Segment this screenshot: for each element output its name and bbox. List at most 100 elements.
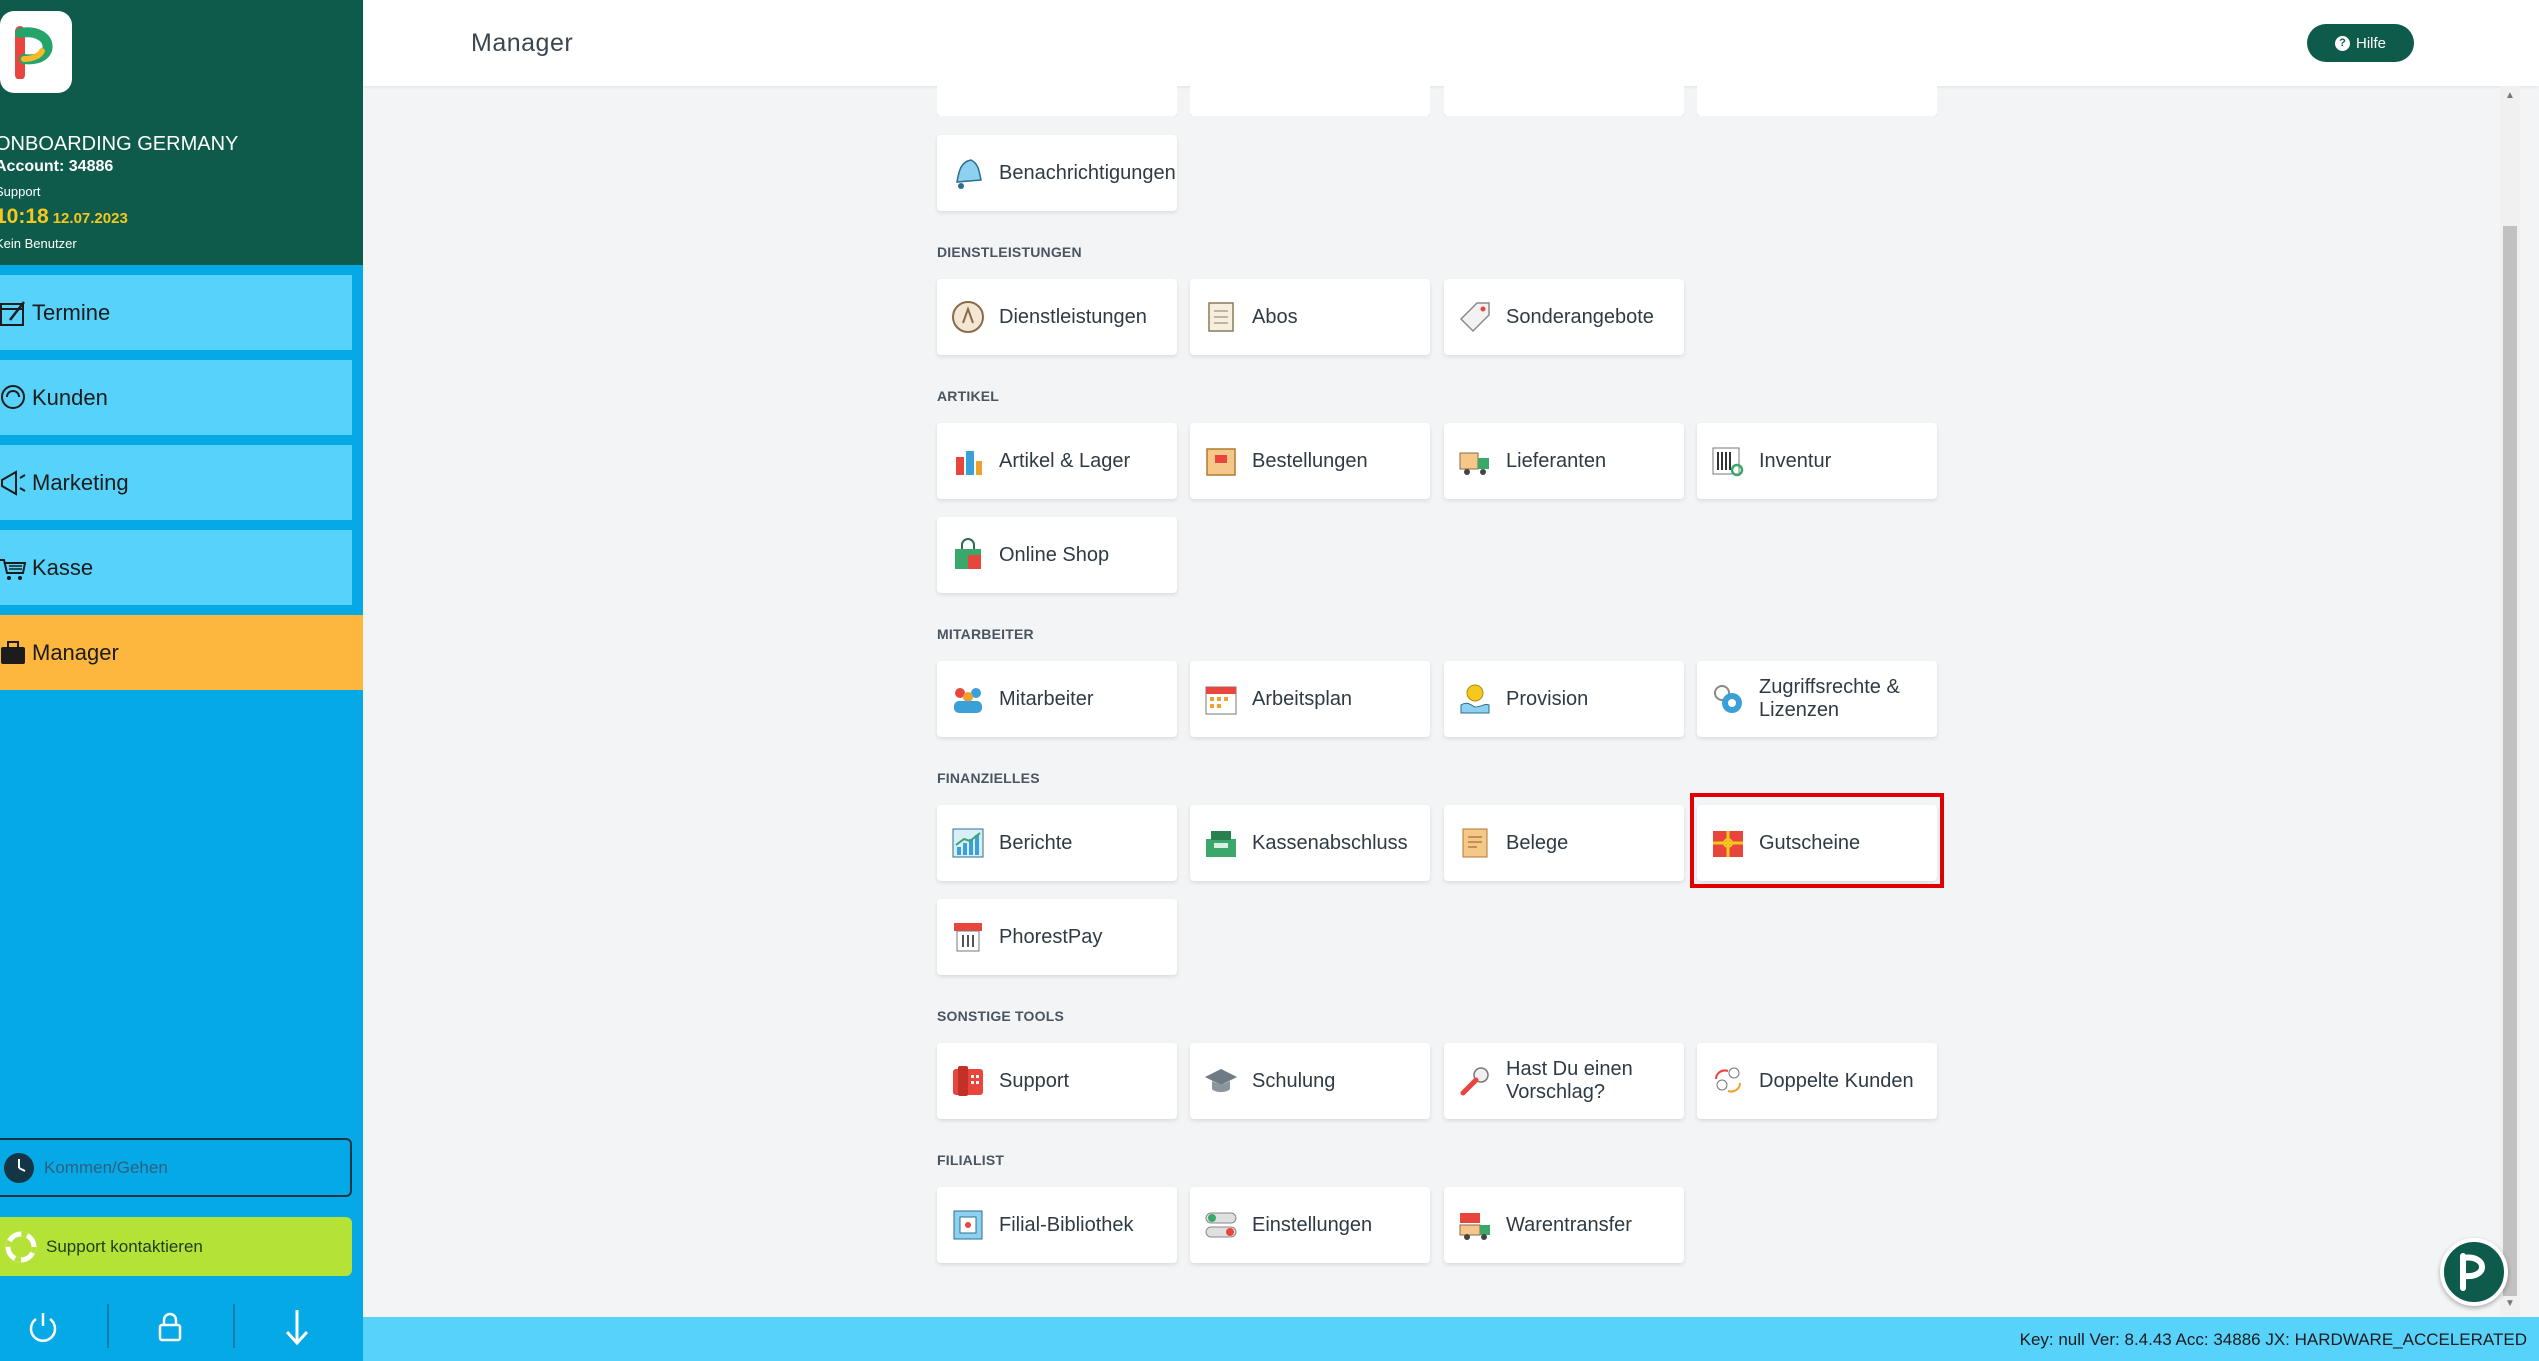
tile-label: Hast Du einen Vorschlag? (1506, 1058, 1633, 1103)
app-logo (0, 11, 72, 93)
library-icon (949, 1206, 987, 1244)
clock-time: 10:18 (0, 205, 49, 228)
clock-icon (4, 1152, 34, 1183)
tile-label: Abos (1252, 305, 1298, 328)
section-title-dienstleistungen: DIENSTLEISTUNGEN (937, 244, 1082, 260)
graduation-cap-icon (1202, 1062, 1240, 1100)
tile-benachrichtigungen[interactable]: Benachrichtigungen (937, 135, 1177, 211)
nav-item-manager[interactable]: Manager (0, 615, 363, 690)
tile-label: Benachrichtigungen (999, 161, 1176, 184)
tile-label: Online Shop (999, 543, 1110, 566)
nav-item-kunden[interactable]: Kunden (0, 360, 352, 435)
tile-label: Warentransfer (1506, 1213, 1632, 1236)
cash-register-icon (0, 549, 32, 587)
tile-label: Support (999, 1069, 1070, 1092)
support-contact-label: Support kontaktieren (46, 1236, 203, 1256)
bell-icon (949, 154, 987, 192)
clock-date: 12.07.2023 (52, 210, 128, 227)
tile-provision[interactable]: Provision (1444, 661, 1684, 737)
tile-label: Doppelte Kunden (1759, 1069, 1914, 1092)
highlight-box (1690, 793, 1944, 888)
help-label: Hilfe (2355, 34, 2386, 52)
tile-label: Mitarbeiter (999, 687, 1094, 710)
section-title-artikel: ARTIKEL (937, 388, 1000, 404)
tile-abos[interactable]: Abos (1190, 279, 1430, 355)
phorest-chat-button[interactable] (2440, 1238, 2508, 1306)
tile-online-shop[interactable]: Online Shop (937, 517, 1177, 593)
compass-icon (949, 298, 987, 336)
scroll-up-icon[interactable]: ▲ (2505, 90, 2515, 101)
tile-schulung[interactable]: Schulung (1190, 1043, 1430, 1119)
account-number: Account: 34886 (0, 158, 114, 175)
lock-button[interactable] (145, 1302, 195, 1352)
tile-filial-bibliothek[interactable]: Filial-Bibliothek (937, 1187, 1177, 1263)
tile-label: Zugriffsrechte & Lizenzen (1759, 676, 1900, 721)
bottom-tools (0, 1292, 363, 1361)
tile-kassenabschluss[interactable]: Kassenabschluss (1190, 805, 1430, 881)
tile-label: PhorestPay (999, 925, 1103, 948)
tile-zugriffsrechte[interactable]: Zugriffsrechte & Lizenzen (1697, 661, 1937, 737)
tile-label: Berichte (999, 831, 1073, 854)
scroll-thumb[interactable] (2503, 226, 2517, 1296)
kommen-gehen-button[interactable]: Kommen/Gehen (0, 1138, 352, 1197)
support-contact-button[interactable]: Support kontaktieren (0, 1217, 352, 1276)
chart-report-icon (949, 824, 987, 862)
lifebuoy-icon (5, 1231, 37, 1262)
tile-mitarbeiter[interactable]: Mitarbeiter (937, 661, 1177, 737)
microphone-icon (1456, 1062, 1494, 1100)
scrollbar[interactable]: ▲ ▼ (2500, 86, 2520, 1316)
tile-label: Inventur (1759, 449, 1832, 472)
tile-label: Arbeitsplan (1252, 687, 1353, 710)
tile-warentransfer[interactable]: Warentransfer (1444, 1187, 1684, 1263)
tile-doppelte-kunden[interactable]: Doppelte Kunden (1697, 1043, 1937, 1119)
power-icon (29, 1313, 57, 1342)
tile-berichte[interactable]: Berichte (937, 805, 1177, 881)
nav-label: Kasse (32, 554, 94, 580)
calendar-edit-icon (0, 294, 32, 332)
coin-hand-icon (1456, 680, 1494, 718)
sidebar: ONBOARDING GERMANY Account: 34886 Suppor… (0, 0, 363, 1361)
nav-item-marketing[interactable]: Marketing (0, 445, 352, 520)
nav-label: Marketing (32, 469, 129, 495)
user-role: Support (0, 184, 41, 199)
lock-icon (158, 1312, 182, 1342)
tile-arbeitsplan[interactable]: Arbeitsplan (1190, 661, 1430, 737)
tile-bestellungen[interactable]: Bestellungen (1190, 423, 1430, 499)
nav-item-termine[interactable]: Termine (0, 275, 352, 350)
tile-label: Filial-Bibliothek (999, 1213, 1134, 1236)
phorest-logo-icon (2460, 1253, 2485, 1291)
tile-sonderangebote[interactable]: Sonderangebote (1444, 279, 1684, 355)
shopping-bag-icon (949, 536, 987, 574)
tile-artikel-lager[interactable]: Artikel & Lager (937, 423, 1177, 499)
page-title: Manager (471, 29, 574, 57)
tile-inventur[interactable]: Inventur (1697, 423, 1937, 499)
help-button[interactable]: ? Hilfe (2307, 24, 2414, 62)
customer-icon (0, 379, 32, 417)
tile-einstellungen[interactable]: Einstellungen (1190, 1187, 1430, 1263)
tile-dienstleistungen[interactable]: Dienstleistungen (937, 279, 1177, 355)
tile-lieferanten[interactable]: Lieferanten (1444, 423, 1684, 499)
section-title-finanzielles: FINANZIELLES (937, 770, 1040, 786)
tile-label: Sonderangebote (1506, 305, 1654, 328)
cash-register-green-icon (1202, 824, 1240, 862)
tile-vorschlag[interactable]: Hast Du einen Vorschlag? (1444, 1043, 1684, 1119)
team-icon (949, 680, 987, 718)
nav-item-kasse[interactable]: Kasse (0, 530, 352, 605)
download-button[interactable] (272, 1302, 322, 1352)
tile-label: Lieferanten (1506, 449, 1607, 472)
tile-support[interactable]: Support (937, 1043, 1177, 1119)
delivery-truck-icon (1456, 442, 1494, 480)
tile-phorestpay[interactable]: PhorestPay (937, 899, 1177, 975)
access-key-icon (1709, 680, 1747, 718)
power-button[interactable] (18, 1302, 68, 1352)
card-terminal-icon (949, 918, 987, 956)
tile-belege[interactable]: Belege (1444, 805, 1684, 881)
section-title-sonstige: SONSTIGE TOOLS (937, 1008, 1065, 1024)
bottles-icon (949, 442, 987, 480)
barcode-icon (1709, 442, 1747, 480)
divider (233, 1304, 235, 1348)
briefcase-icon (0, 634, 32, 672)
checklist-icon (1202, 298, 1240, 336)
scroll-down-icon[interactable]: ▼ (2505, 1298, 2515, 1309)
megaphone-icon (0, 464, 32, 502)
